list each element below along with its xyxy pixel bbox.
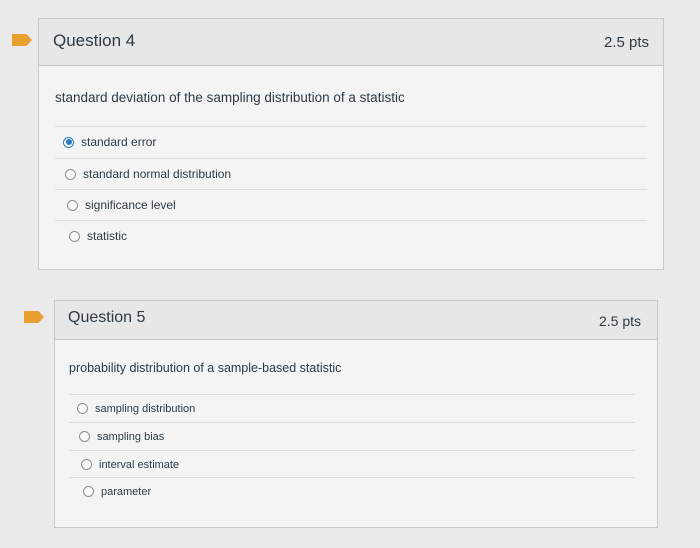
question-4-header: Question 4 2.5 pts [39,19,663,66]
question-4-prompt: standard deviation of the sampling distr… [55,90,405,105]
answer-label[interactable]: standard error [81,135,156,149]
question-4-title: Question 4 [53,31,136,50]
question-5-answer-4[interactable]: parameter [69,477,635,505]
radio-icon[interactable] [77,403,88,414]
answer-label[interactable]: statistic [87,229,127,243]
radio-icon[interactable] [69,230,80,242]
question-5-points: 2.5 pts [598,313,641,329]
answer-label[interactable]: interval estimate [99,459,179,471]
radio-icon[interactable] [67,199,78,211]
question-4-answer-2[interactable]: standard normal distribution [55,158,647,189]
question-5-answer-2[interactable]: sampling bias [69,422,635,450]
question-5-header: Question 5 2.5 pts [55,301,657,340]
radio-icon[interactable] [79,431,90,442]
question-4-answer-3[interactable]: significance level [55,189,647,220]
radio-icon[interactable] [65,168,76,180]
question-4-flag-icon[interactable] [12,34,32,46]
answer-label[interactable]: sampling bias [97,431,164,443]
radio-selected-icon[interactable] [63,136,74,148]
question-5-answer-3[interactable]: interval estimate [69,450,635,478]
question-4-answer-4[interactable]: statistic [55,220,647,251]
question-5-answer-1[interactable]: sampling distribution [69,394,635,422]
answer-label[interactable]: standard normal distribution [83,167,231,181]
question-4-card: Question 4 2.5 pts standard deviation of… [38,18,664,270]
answer-label[interactable]: parameter [101,486,151,498]
question-4-points: 2.5 pts [603,34,649,51]
radio-icon[interactable] [83,486,94,497]
question-5-title: Question 5 [68,309,146,326]
question-4-answer-1[interactable]: standard error [55,126,647,157]
answer-label[interactable]: sampling distribution [95,403,195,415]
question-5-flag-icon[interactable] [24,311,44,323]
radio-icon[interactable] [81,459,92,470]
question-5-card: Question 5 2.5 pts probability distribut… [54,300,658,528]
answer-label[interactable]: significance level [85,198,176,212]
question-5-prompt: probability distribution of a sample-bas… [69,361,342,375]
